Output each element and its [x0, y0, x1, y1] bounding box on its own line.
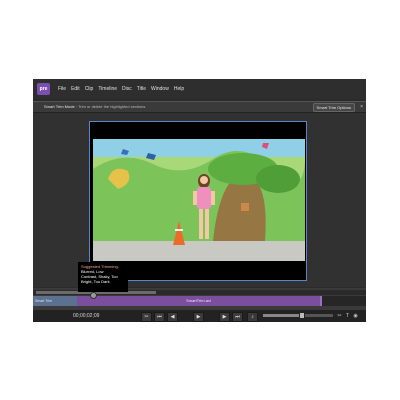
smart-trim-message: Smart Trim Mode : Trim or delete the hig… — [44, 104, 146, 109]
menu-clip[interactable]: Clip — [85, 85, 94, 93]
video-clip[interactable]: SmartTrim.avi — [77, 296, 320, 306]
goto-start-button[interactable]: ⏮ — [154, 312, 165, 322]
clip-name-label: SmartTrim.avi — [186, 298, 211, 303]
clip-end-handle[interactable] — [320, 296, 322, 306]
zoom-out-icon[interactable]: ✂ — [336, 312, 343, 320]
video-track[interactable]: Smart Trim SmartTrim.avi — [33, 292, 366, 306]
monitor-panel — [33, 113, 366, 287]
menu-title[interactable]: Title — [137, 85, 146, 93]
menu-timeline[interactable]: Timeline — [98, 85, 117, 93]
timecode-display: 00;00;02;09 — [73, 313, 100, 319]
app-logo: pre — [37, 83, 50, 95]
menu-file[interactable]: File — [58, 85, 66, 93]
menu-items: File Edit Clip Timeline Disc Title Windo… — [58, 85, 184, 93]
menu-bar: pre File Edit Clip Timeline Disc Title W… — [33, 79, 366, 99]
smart-trim-bar: Smart Trim Mode : Trim or delete the hig… — [33, 101, 366, 113]
goto-end-button[interactable]: ⏭ — [232, 312, 243, 322]
play-button[interactable]: ▶ — [193, 312, 204, 322]
text-tool-icon[interactable]: T — [344, 312, 351, 320]
zoom-slider-handle[interactable] — [299, 312, 305, 319]
smart-trim-hint: Trim or delete the highlighted sections — [77, 104, 146, 109]
video-preview — [93, 139, 305, 261]
premiere-elements-window: pre File Edit Clip Timeline Disc Title W… — [33, 79, 366, 322]
playback-control-bar: 00;00;02;09 ✂ ⏮ ◀ ▶ ▶ ⏭ ♪ ✂ T ◉ — [33, 310, 366, 322]
disc-tool-icon[interactable]: ◉ — [352, 312, 359, 320]
smart-trim-mode-label: Smart Trim Mode — [44, 104, 75, 109]
step-forward-button[interactable]: ▶ — [219, 312, 230, 322]
zoom-slider[interactable] — [263, 312, 333, 319]
menu-help[interactable]: Help — [174, 85, 184, 93]
smart-trim-options-button[interactable]: Smart Trim Options — [312, 103, 355, 112]
video-frame — [89, 121, 307, 281]
suggested-trimming-line: Bright, Too Dark — [81, 279, 110, 284]
playhead-icon[interactable] — [90, 292, 97, 299]
split-clip-button[interactable]: ✂ — [141, 312, 152, 322]
zoom-slider-fill — [263, 314, 302, 317]
smart-trim-clip-left[interactable]: Smart Trim — [33, 296, 77, 306]
menu-window[interactable]: Window — [151, 85, 169, 93]
menu-edit[interactable]: Edit — [71, 85, 80, 93]
clip-left-label: Smart Trim — [35, 299, 53, 303]
volume-button[interactable]: ♪ — [247, 312, 258, 322]
video-scene-image — [93, 139, 305, 261]
suggested-trimming-tooltip: Suggested Trimming: Blurred, Low Contras… — [78, 262, 128, 292]
close-icon[interactable]: × — [360, 103, 363, 111]
step-back-button[interactable]: ◀ — [167, 312, 178, 322]
menu-disc[interactable]: Disc — [122, 85, 132, 93]
